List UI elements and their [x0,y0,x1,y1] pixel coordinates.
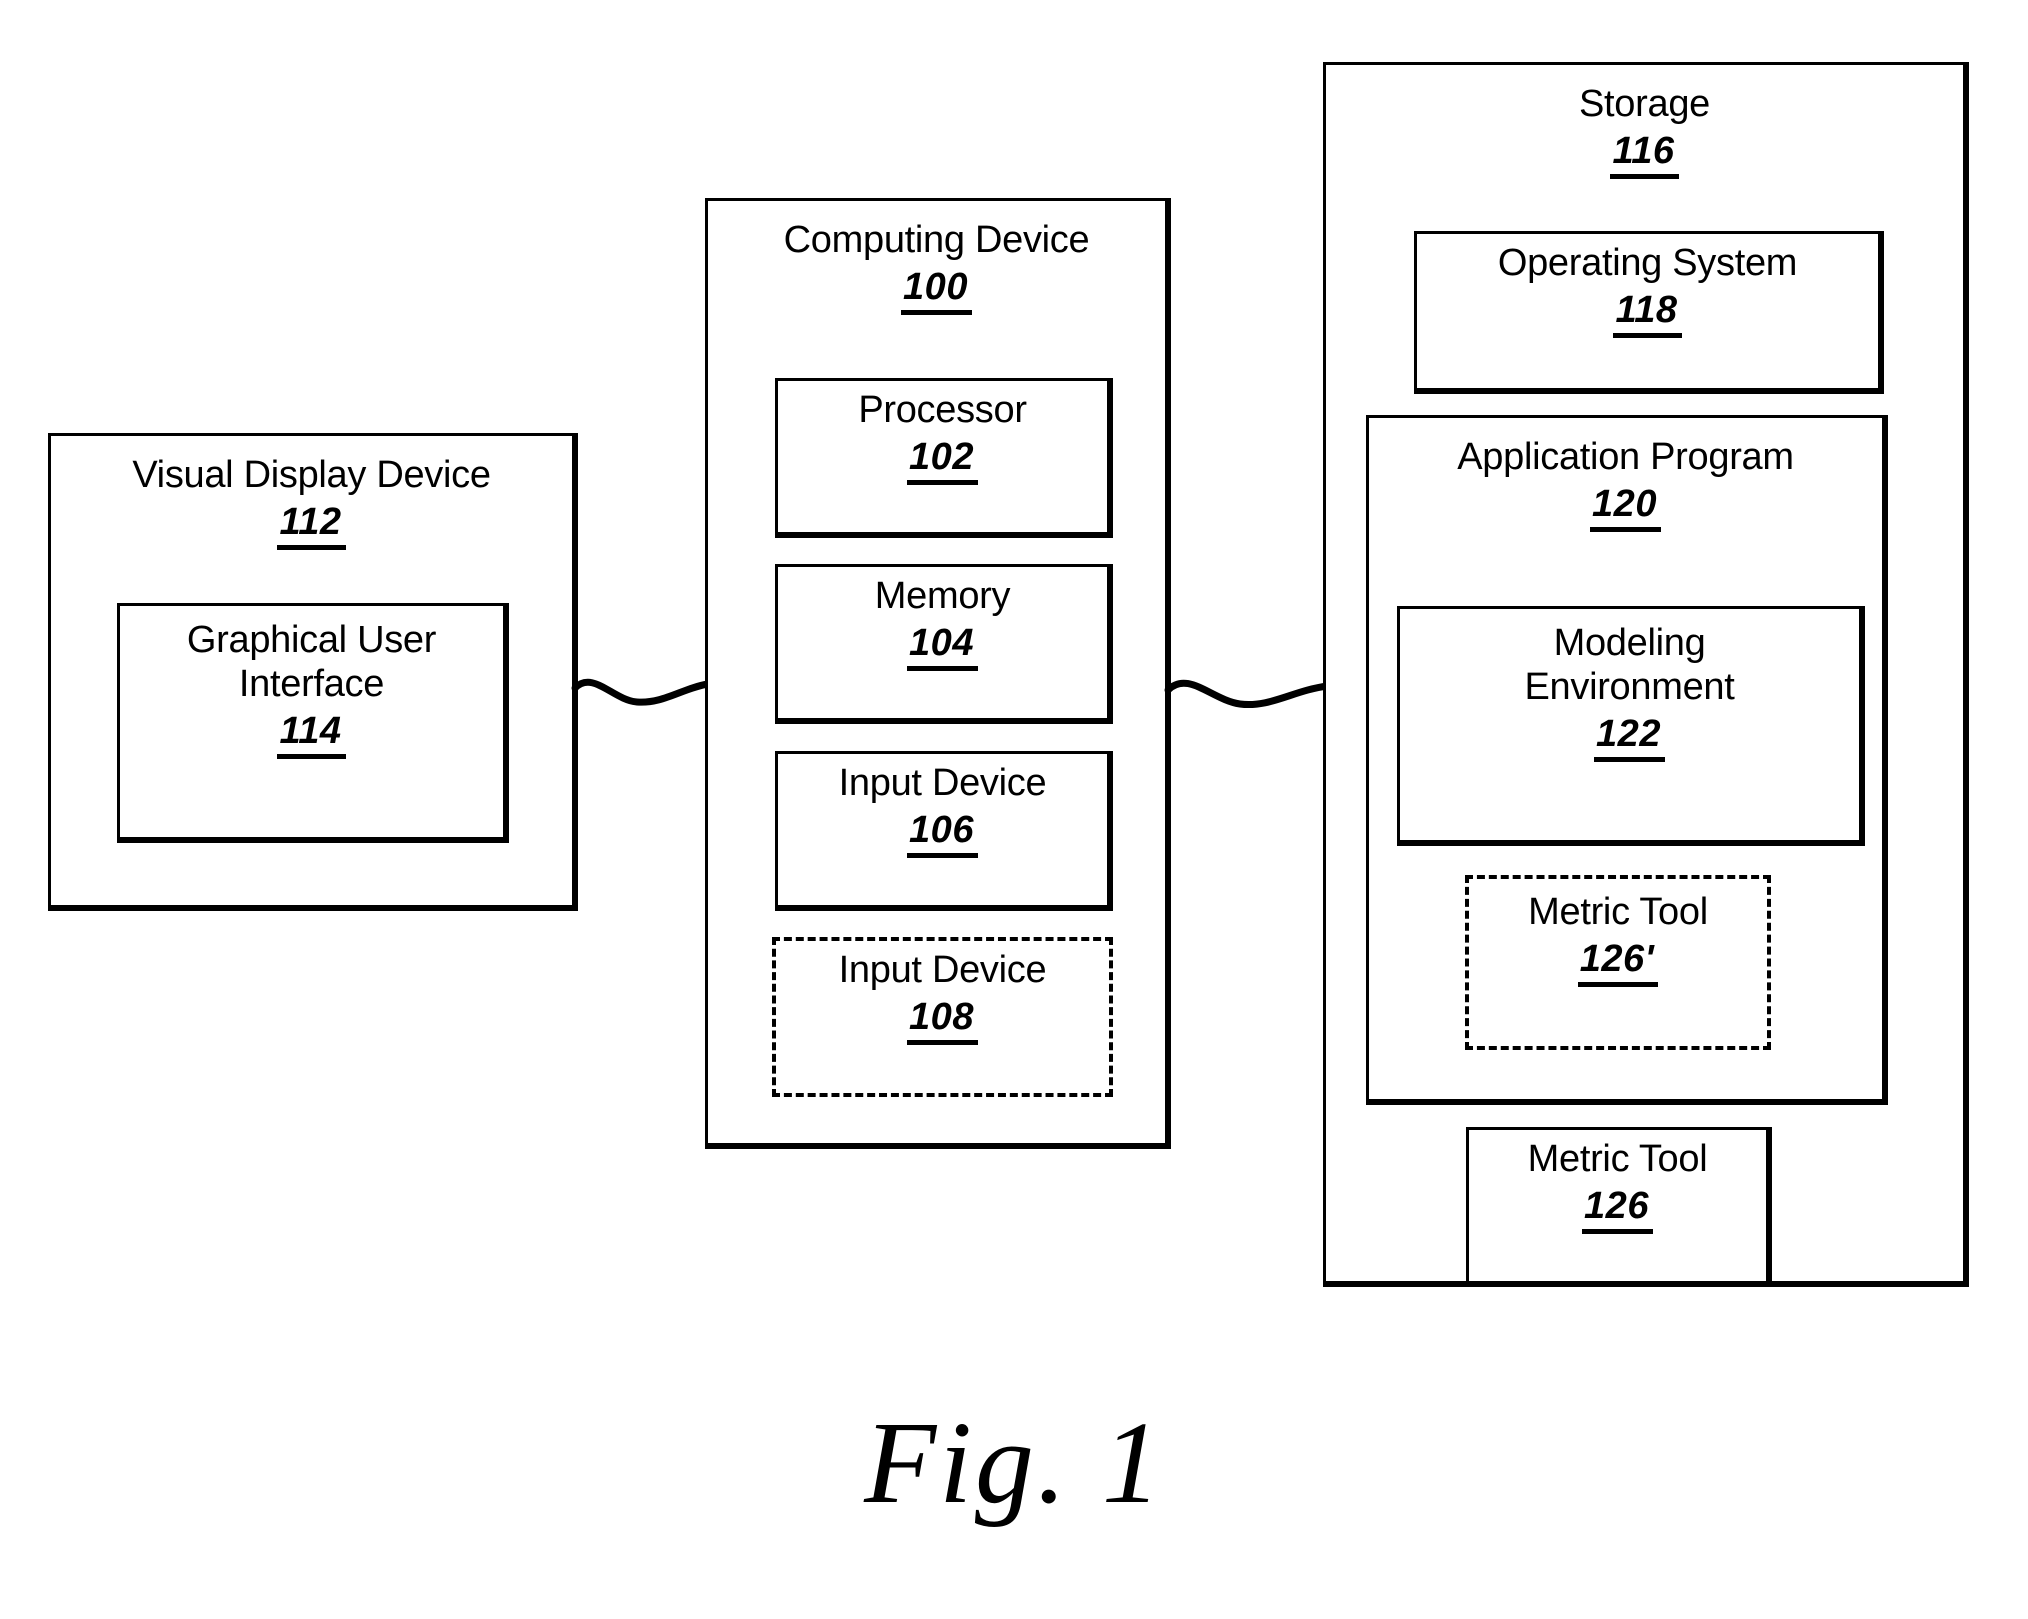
graphical-user-interface-label: Graphical User Interface [186,619,437,706]
application-program-label: Application Program [1457,436,1794,478]
metric-tool-126-label: Metric Tool [1527,1138,1708,1180]
figure-canvas: Visual Display Device 112 Graphical User… [0,0,2028,1619]
modeling-environment-refnum: 122 [1594,713,1665,763]
computing-device-label: Computing Device [783,219,1090,261]
memory-refnum: 104 [907,622,978,671]
computing-device-refnum: 100 [901,266,972,315]
operating-system-refnum: 118 [1613,289,1682,338]
modeling-environment-label: Modeling Environment [1524,622,1735,709]
metric-tool-126-refnum: 126 [1582,1185,1653,1234]
application-program-refnum: 120 [1590,483,1661,532]
block-processor: Processor 102 [775,378,1113,538]
figure-caption: Fig. 1 [864,1397,1164,1528]
processor-label: Processor [858,389,1027,431]
input-device-108-label: Input Device [838,949,1047,991]
storage-refnum: 116 [1610,130,1679,179]
memory-label: Memory [874,575,1011,617]
visual-display-device-refnum: 112 [277,501,346,550]
input-device-108-refnum: 108 [907,996,978,1045]
block-input-device-106: Input Device 106 [775,751,1113,911]
block-graphical-user-interface: Graphical User Interface 114 [117,603,509,843]
visual-display-device-label: Visual Display Device [132,454,491,496]
block-application-program: Application Program 120 Modeling Environ… [1366,415,1888,1105]
block-operating-system: Operating System 118 [1414,231,1884,394]
block-metric-tool-126: Metric Tool 126 [1466,1127,1772,1287]
block-visual-display-device: Visual Display Device 112 Graphical User… [48,433,578,911]
block-input-device-108: Input Device 108 [772,937,1113,1097]
operating-system-label: Operating System [1497,242,1798,284]
processor-refnum: 102 [907,436,978,485]
graphical-user-interface-refnum: 114 [277,710,346,760]
connector-computing-to-storage [1164,679,1332,709]
input-device-106-refnum: 106 [907,809,978,858]
input-device-106-label: Input Device [838,762,1047,804]
block-computing-device: Computing Device 100 Processor 102 Memor… [705,198,1171,1149]
block-metric-tool-126-prime: Metric Tool 126' [1465,875,1771,1050]
metric-tool-126-prime-refnum: 126' [1577,938,1659,987]
metric-tool-126-prime-label: Metric Tool [1528,891,1708,933]
block-memory: Memory 104 [775,564,1113,724]
connector-display-to-computing [571,678,712,706]
block-modeling-environment: Modeling Environment 122 [1397,606,1865,846]
block-storage: Storage 116 Operating System 118 Applica… [1323,62,1969,1287]
storage-label: Storage [1579,83,1710,125]
